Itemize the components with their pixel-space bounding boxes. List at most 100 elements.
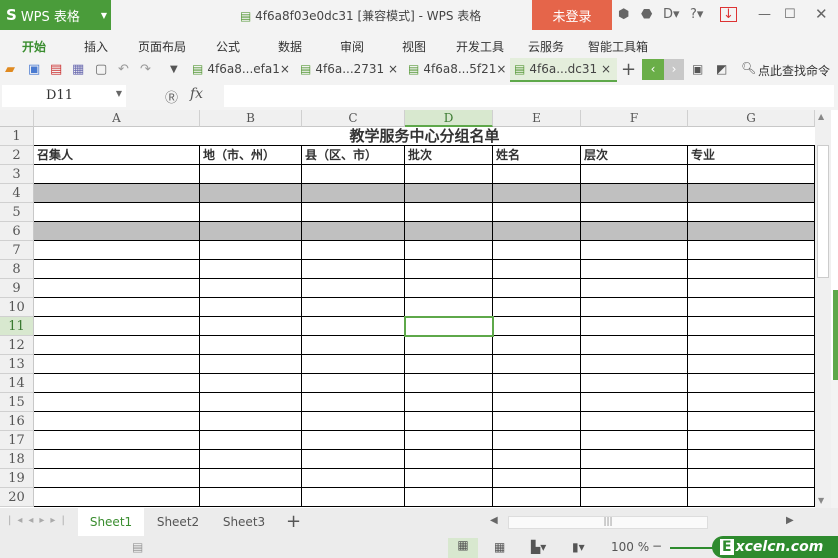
cell[interactable] <box>688 336 815 355</box>
cell[interactable] <box>302 165 405 184</box>
cell[interactable] <box>34 241 200 260</box>
cell[interactable] <box>581 488 688 507</box>
wps-menu-button[interactable]: S WPS 表格 ▼ <box>0 0 111 30</box>
sheet-title-cell[interactable]: 教学服务中心分组名单 <box>34 127 815 146</box>
cell[interactable] <box>34 279 200 298</box>
undo-icon[interactable]: ↶ <box>118 62 129 77</box>
help-icon[interactable]: ?▾ <box>690 7 703 22</box>
cell[interactable] <box>200 393 302 412</box>
close-tab-icon[interactable]: × <box>384 62 398 76</box>
doc-tab[interactable]: ▤ 4f6a...2731 × <box>300 58 398 82</box>
row-header-2[interactable]: 2 <box>0 146 34 165</box>
cell[interactable] <box>302 203 405 222</box>
cell[interactable] <box>688 450 815 469</box>
cell[interactable] <box>34 450 200 469</box>
selected-cell-cursor[interactable] <box>404 316 494 337</box>
cell[interactable] <box>581 317 688 336</box>
collapse-ribbon-icon[interactable]: ◩ <box>716 62 727 76</box>
menu-cloud[interactable]: 云服务 <box>528 38 564 55</box>
header-cell[interactable]: 姓名 <box>493 146 581 165</box>
open-icon[interactable]: ▰ <box>5 62 15 77</box>
header-cell[interactable]: 召集人 <box>34 146 200 165</box>
cell[interactable] <box>493 469 581 488</box>
column-header-C[interactable]: C <box>302 110 405 127</box>
cell[interactable] <box>581 165 688 184</box>
column-header-A[interactable]: A <box>34 110 200 127</box>
cell[interactable] <box>405 298 493 317</box>
scroll-left-icon[interactable]: ◀ <box>490 515 498 526</box>
screen-icon[interactable]: ▣ <box>692 62 703 76</box>
scroll-up-icon[interactable]: ▲ <box>818 112 824 121</box>
cell[interactable] <box>688 488 815 507</box>
menu-page-layout[interactable]: 页面布局 <box>138 38 186 55</box>
cell[interactable] <box>493 393 581 412</box>
cell[interactable] <box>688 412 815 431</box>
cell[interactable] <box>302 450 405 469</box>
cell[interactable] <box>493 260 581 279</box>
cell[interactable] <box>200 184 302 203</box>
command-search[interactable]: 点此查找命令 <box>758 62 830 79</box>
print-preview-icon[interactable]: ▢ <box>95 62 107 77</box>
cell[interactable] <box>405 469 493 488</box>
cell[interactable] <box>581 355 688 374</box>
name-box[interactable]: D11 ▼ <box>2 85 126 107</box>
cell[interactable] <box>200 279 302 298</box>
cell[interactable] <box>493 488 581 507</box>
cell[interactable] <box>688 298 815 317</box>
formula-input[interactable] <box>224 85 834 107</box>
sheet-nav-icons[interactable]: |◂◂▸▸| <box>8 515 71 526</box>
menu-data[interactable]: 数据 <box>278 38 302 55</box>
cell[interactable] <box>688 241 815 260</box>
row-header-16[interactable]: 16 <box>0 412 34 431</box>
column-header-D[interactable]: D <box>405 110 493 127</box>
cell[interactable] <box>493 355 581 374</box>
cell[interactable] <box>34 374 200 393</box>
normal-view-icon[interactable]: ▦ <box>448 538 478 558</box>
cell[interactable] <box>493 450 581 469</box>
header-cell[interactable]: 批次 <box>405 146 493 165</box>
cell[interactable] <box>302 374 405 393</box>
select-all-corner[interactable] <box>0 110 34 127</box>
cell[interactable] <box>405 203 493 222</box>
cell[interactable] <box>688 260 815 279</box>
side-panel-toggle[interactable] <box>833 290 838 380</box>
skin-icon[interactable]: ⬢ <box>618 7 629 22</box>
cell[interactable] <box>34 469 200 488</box>
cell[interactable] <box>688 469 815 488</box>
cell[interactable] <box>581 336 688 355</box>
header-cell[interactable]: 地（市、州） <box>200 146 302 165</box>
cell[interactable] <box>405 260 493 279</box>
cell[interactable] <box>34 298 200 317</box>
cell[interactable] <box>581 184 688 203</box>
cell[interactable] <box>688 165 815 184</box>
cell[interactable] <box>200 222 302 241</box>
cell[interactable] <box>200 165 302 184</box>
row-header-17[interactable]: 17 <box>0 431 34 450</box>
cell[interactable] <box>405 241 493 260</box>
cell[interactable] <box>688 317 815 336</box>
cell[interactable] <box>302 241 405 260</box>
close-tab-icon[interactable]: × <box>280 62 290 76</box>
cell[interactable] <box>200 450 302 469</box>
chevron-down-icon[interactable]: ▼ <box>116 89 122 98</box>
cell[interactable] <box>405 279 493 298</box>
row-header-3[interactable]: 3 <box>0 165 34 184</box>
sheet-tab-sheet3[interactable]: Sheet3 <box>212 508 276 536</box>
cell[interactable] <box>405 488 493 507</box>
close-tab-icon[interactable]: × <box>597 62 611 76</box>
scroll-right-icon[interactable]: ▶ <box>786 515 794 526</box>
header-cell[interactable]: 层次 <box>581 146 688 165</box>
cell[interactable] <box>688 393 815 412</box>
cell[interactable] <box>302 336 405 355</box>
cell[interactable] <box>200 203 302 222</box>
cell[interactable] <box>581 260 688 279</box>
cell[interactable] <box>200 488 302 507</box>
cell[interactable] <box>34 317 200 336</box>
login-button[interactable]: 未登录 <box>532 0 612 30</box>
row-header-15[interactable]: 15 <box>0 393 34 412</box>
cell[interactable] <box>493 241 581 260</box>
save-icon[interactable]: ▣ <box>28 62 40 77</box>
zoom-formula-icon[interactable]: Ⓡ <box>165 87 178 106</box>
cell[interactable] <box>581 203 688 222</box>
row-header-19[interactable]: 19 <box>0 469 34 488</box>
